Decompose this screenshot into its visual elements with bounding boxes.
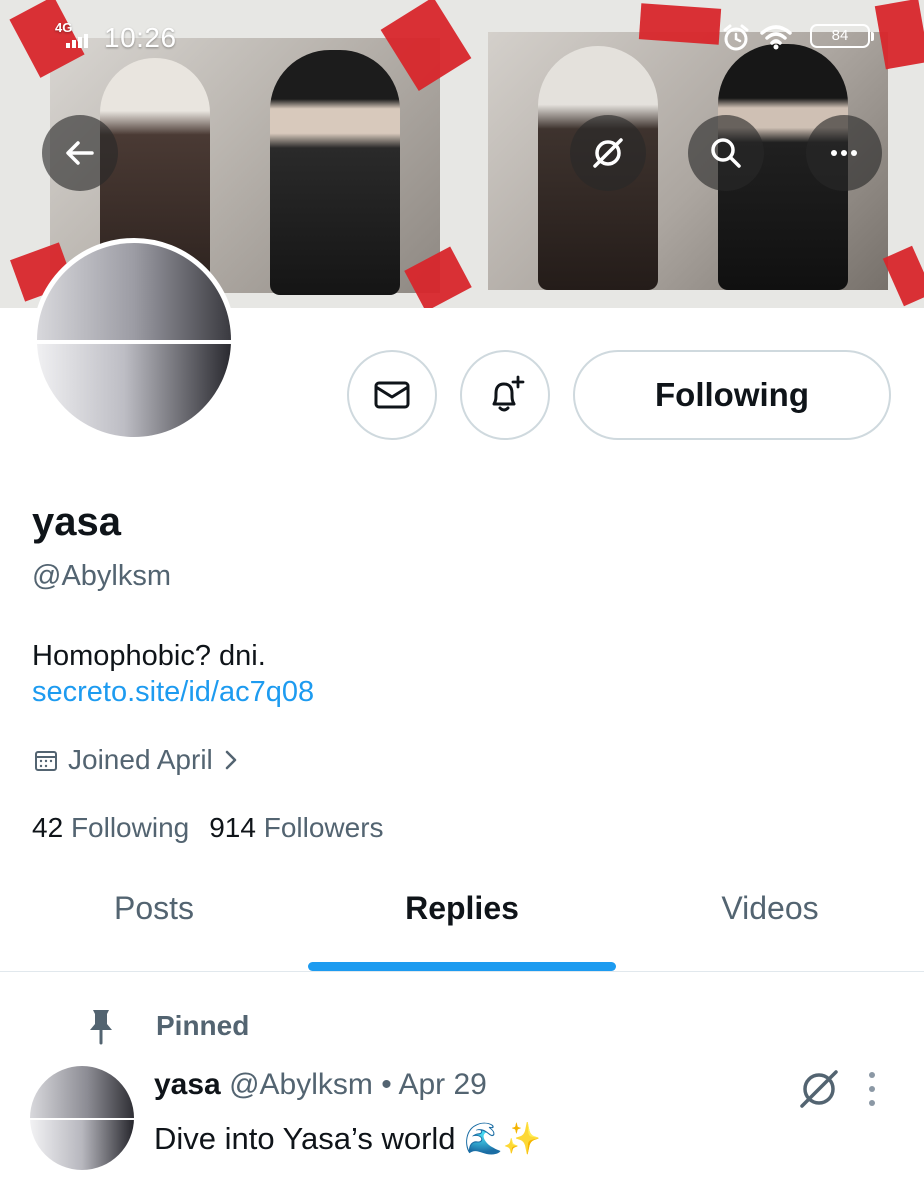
profile-avatar[interactable]	[32, 238, 236, 442]
message-button[interactable]	[347, 350, 437, 440]
grok-icon	[593, 138, 623, 168]
avatar-photo-top	[37, 243, 231, 340]
arrow-left-icon	[66, 141, 94, 165]
profile-handle: @Abylksm	[32, 560, 172, 592]
joined-label: Joined April	[68, 744, 213, 775]
following-button[interactable]: Following	[573, 350, 891, 440]
alarm-icon	[723, 24, 749, 51]
banner-figure	[270, 50, 400, 295]
post-author-name[interactable]: yasa	[154, 1068, 221, 1101]
profile-bio: Homophobic? dni.	[32, 640, 266, 672]
pinned-indicator: Pinned	[84, 1006, 249, 1046]
bell-plus-icon	[492, 375, 525, 412]
followers-count: 914	[209, 812, 256, 843]
avatar-photo-bottom	[37, 343, 231, 437]
network-type: 4G	[55, 20, 73, 35]
back-button[interactable]	[42, 115, 118, 191]
tape-decoration	[882, 245, 924, 307]
post-author-handle[interactable]: @Abylksm	[229, 1068, 373, 1101]
tab-replies[interactable]: Replies	[308, 890, 616, 927]
grok-button[interactable]	[570, 115, 646, 191]
calendar-icon	[35, 751, 57, 771]
avatar-photo-top	[30, 1066, 134, 1118]
mail-icon	[374, 381, 410, 409]
pinned-label: Pinned	[156, 1010, 250, 1041]
post-header: yasa @Abylksm • Apr 29	[154, 1068, 487, 1102]
post-separator: •	[381, 1068, 392, 1101]
wifi-icon	[760, 25, 792, 50]
post-date[interactable]: Apr 29	[398, 1068, 486, 1101]
joined-date[interactable]: Joined April	[32, 744, 241, 776]
more-horizontal-icon	[831, 150, 857, 156]
avatar-photo-bottom	[30, 1120, 134, 1170]
status-bar: 4G 10:26 84	[0, 0, 924, 70]
post-author-avatar[interactable]	[30, 1066, 134, 1170]
notifications-button[interactable]	[460, 350, 550, 440]
signal-icon	[66, 34, 88, 48]
search-icon	[711, 138, 741, 168]
clock-time: 10:26	[104, 22, 177, 53]
pin-icon	[90, 1010, 112, 1045]
tab-posts[interactable]: Posts	[0, 890, 308, 927]
post-text[interactable]: Dive into Yasa’s world 🌊✨	[154, 1120, 541, 1157]
more-options-button[interactable]	[806, 115, 882, 191]
following-count: 42	[32, 812, 64, 843]
follow-stats: 42 Following 914 Followers	[32, 812, 384, 844]
profile-display-name: yasa	[32, 500, 121, 544]
followers-stat-label: Followers	[263, 812, 384, 843]
followers-stat[interactable]: 914 Followers	[209, 812, 383, 844]
grok-icon[interactable]	[796, 1066, 842, 1112]
profile-tabs: Posts Replies Videos	[0, 860, 924, 972]
battery-indicator: 84	[810, 24, 874, 48]
following-stat-label: Following	[70, 812, 190, 843]
following-stat[interactable]: 42 Following	[32, 812, 189, 844]
search-button[interactable]	[688, 115, 764, 191]
more-vertical-icon[interactable]	[862, 1068, 882, 1110]
profile-link[interactable]: secreto.site/id/ac7q08	[32, 676, 314, 709]
chevron-right-icon	[225, 750, 237, 770]
tab-videos[interactable]: Videos	[616, 890, 924, 927]
active-tab-indicator	[308, 962, 616, 971]
